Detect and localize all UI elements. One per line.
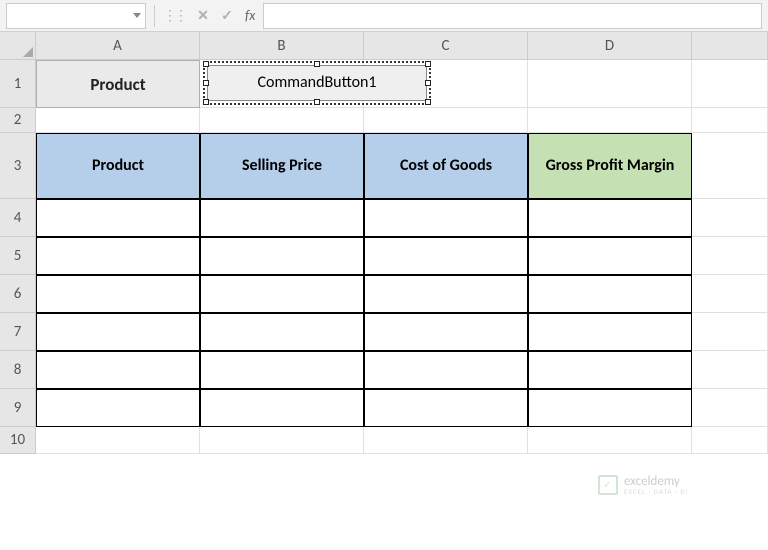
cell-e8[interactable] [692, 351, 768, 389]
cell-d1[interactable] [528, 60, 692, 108]
table-header-cost-of-goods[interactable]: Cost of Goods [364, 133, 528, 199]
cell-e7[interactable] [692, 313, 768, 351]
cell-e6[interactable] [692, 275, 768, 313]
cell-a10[interactable] [36, 427, 200, 454]
resize-handle-icon[interactable] [314, 61, 320, 67]
cell-d10[interactable] [528, 427, 692, 454]
name-box[interactable] [6, 3, 146, 29]
cell-e4[interactable] [692, 199, 768, 237]
cell-b4[interactable] [200, 199, 364, 237]
cell-e10[interactable] [692, 427, 768, 454]
cell-a6[interactable] [36, 275, 200, 313]
cell-b7[interactable] [200, 313, 364, 351]
cell-d6[interactable] [528, 275, 692, 313]
cell-b10[interactable] [200, 427, 364, 454]
cell-e5[interactable] [692, 237, 768, 275]
cell-e1[interactable] [692, 60, 768, 108]
resize-handle-icon[interactable] [203, 80, 209, 86]
cell-a7[interactable] [36, 313, 200, 351]
col-header-e[interactable] [692, 32, 768, 60]
col-header-a[interactable]: A [36, 32, 200, 60]
cell-c10[interactable] [364, 427, 528, 454]
cell-d4[interactable] [528, 199, 692, 237]
cell-d2[interactable] [528, 108, 692, 133]
row-header-3[interactable]: 3 [0, 133, 36, 199]
row-header-1[interactable]: 1 [0, 60, 36, 108]
watermark: exceldemy EXCEL · DATA · BI [598, 475, 688, 495]
cell-e2[interactable] [692, 108, 768, 133]
drag-handle-icon[interactable]: ⋮⋮ [163, 7, 185, 24]
cell-a5[interactable] [36, 237, 200, 275]
cell-a2[interactable] [36, 108, 200, 133]
resize-handle-icon[interactable] [425, 61, 431, 67]
divider [154, 5, 155, 27]
cell-d9[interactable] [528, 389, 692, 427]
cell-b9[interactable] [200, 389, 364, 427]
col-header-c[interactable]: C [364, 32, 528, 60]
cell-d7[interactable] [528, 313, 692, 351]
chevron-down-icon[interactable] [133, 13, 141, 18]
row-header-10[interactable]: 10 [0, 427, 36, 454]
table-header-product[interactable]: Product [36, 133, 200, 199]
cell-c4[interactable] [364, 199, 528, 237]
cell-c9[interactable] [364, 389, 528, 427]
cell-b5[interactable] [200, 237, 364, 275]
command-button-label: CommandButton1 [257, 73, 376, 92]
cell-a8[interactable] [36, 351, 200, 389]
formula-bar: ⋮⋮ ✕ ✓ fx [0, 0, 768, 32]
resize-handle-icon[interactable] [425, 80, 431, 86]
cell-c5[interactable] [364, 237, 528, 275]
resize-handle-icon[interactable] [203, 99, 209, 105]
command-button[interactable]: CommandButton1 [207, 65, 427, 101]
cell-b8[interactable] [200, 351, 364, 389]
watermark-icon [598, 475, 618, 495]
cell-e9[interactable] [692, 389, 768, 427]
resize-handle-icon[interactable] [425, 99, 431, 105]
select-all-corner[interactable] [0, 32, 36, 60]
table-header-gross-profit-margin[interactable]: Gross Profit Margin [528, 133, 692, 199]
row-header-9[interactable]: 9 [0, 389, 36, 427]
cell-c2[interactable] [364, 108, 528, 133]
cell-b2[interactable] [200, 108, 364, 133]
cell-a1[interactable]: Product [36, 60, 200, 108]
cancel-icon[interactable]: ✕ [191, 4, 215, 28]
table-header-selling-price[interactable]: Selling Price [200, 133, 364, 199]
row-header-4[interactable]: 4 [0, 199, 36, 237]
cell-d5[interactable] [528, 237, 692, 275]
watermark-subtitle: EXCEL · DATA · BI [624, 488, 688, 495]
cell-c8[interactable] [364, 351, 528, 389]
row-header-7[interactable]: 7 [0, 313, 36, 351]
cell-b6[interactable] [200, 275, 364, 313]
cell-c6[interactable] [364, 275, 528, 313]
col-header-d[interactable]: D [528, 32, 692, 60]
cell-a9[interactable] [36, 389, 200, 427]
cell-a4[interactable] [36, 199, 200, 237]
col-header-b[interactable]: B [200, 32, 364, 60]
formula-input[interactable] [263, 3, 762, 29]
row-header-6[interactable]: 6 [0, 275, 36, 313]
row-header-8[interactable]: 8 [0, 351, 36, 389]
confirm-icon[interactable]: ✓ [215, 4, 239, 28]
resize-handle-icon[interactable] [203, 61, 209, 67]
resize-handle-icon[interactable] [314, 99, 320, 105]
row-header-5[interactable]: 5 [0, 237, 36, 275]
fx-label[interactable]: fx [245, 7, 255, 24]
cell-c7[interactable] [364, 313, 528, 351]
row-header-2[interactable]: 2 [0, 108, 36, 133]
cell-d8[interactable] [528, 351, 692, 389]
cell-e3[interactable] [692, 133, 768, 199]
